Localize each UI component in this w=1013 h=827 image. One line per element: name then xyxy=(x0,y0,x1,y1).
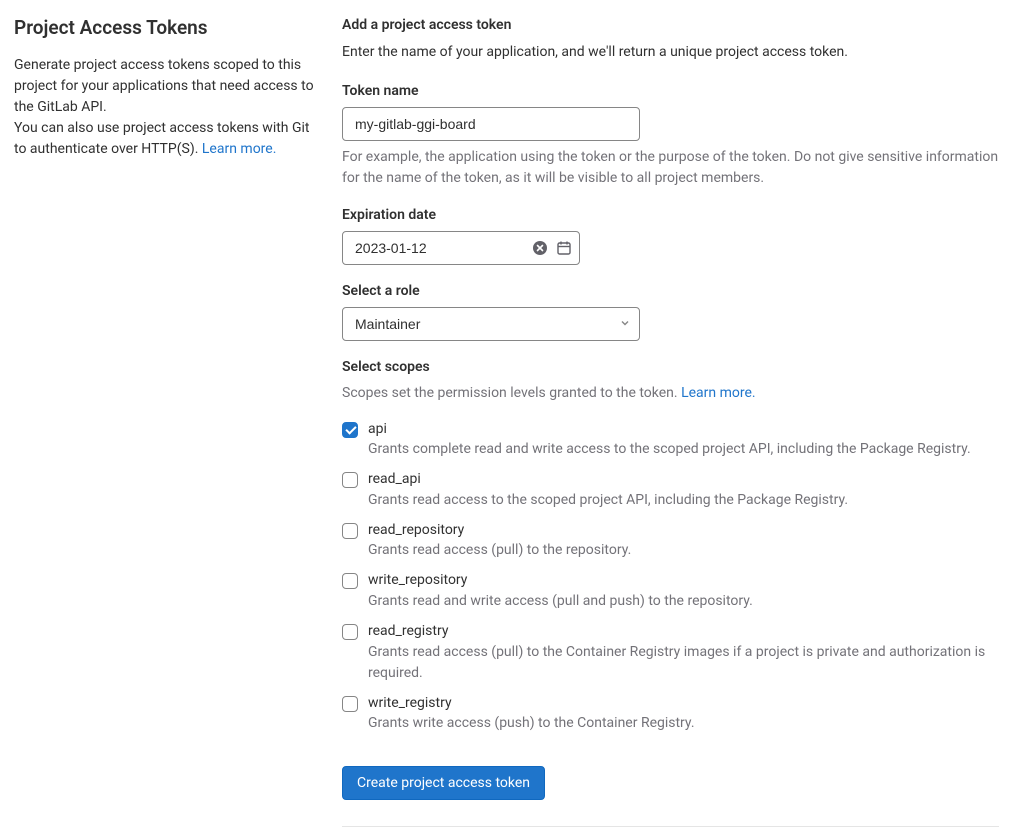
token-name-help: For example, the application using the t… xyxy=(342,147,999,189)
scope-description: Grants read access (pull) to the reposit… xyxy=(368,540,999,561)
scope-description: Grants write access (push) to the Contai… xyxy=(368,713,999,734)
scope-name: write_repository xyxy=(368,571,999,591)
token-name-input[interactable] xyxy=(342,107,640,141)
scope-checkbox-api[interactable] xyxy=(342,422,358,438)
scope-description: Grants read access to the scoped project… xyxy=(368,490,999,511)
scope-description: Grants complete read and write access to… xyxy=(368,439,999,460)
scope-checkbox-read_registry[interactable] xyxy=(342,624,358,640)
create-token-button[interactable]: Create project access token xyxy=(342,766,545,800)
scope-checkbox-write_registry[interactable] xyxy=(342,696,358,712)
role-label: Select a role xyxy=(342,283,999,299)
calendar-icon[interactable] xyxy=(556,240,572,256)
scope-description: Grants read and write access (pull and p… xyxy=(368,591,999,612)
scope-name: read_api xyxy=(368,470,999,490)
scope-row-read_repository: read_repositoryGrants read access (pull)… xyxy=(342,521,999,562)
clear-date-icon[interactable] xyxy=(532,240,548,256)
expiration-label: Expiration date xyxy=(342,207,999,223)
scope-row-write_repository: write_repositoryGrants read and write ac… xyxy=(342,571,999,612)
scope-name: write_registry xyxy=(368,694,999,714)
scope-row-write_registry: write_registryGrants write access (push)… xyxy=(342,694,999,735)
intro-paragraph: Generate project access tokens scoped to… xyxy=(14,55,314,160)
scopes-group: Select scopes Scopes set the permission … xyxy=(342,359,999,735)
scopes-subtext: Scopes set the permission levels granted… xyxy=(342,383,999,404)
sidebar-intro: Project Access Tokens Generate project a… xyxy=(14,16,314,827)
form-subheading: Enter the name of your application, and … xyxy=(342,42,999,63)
form-panel: Add a project access token Enter the nam… xyxy=(342,16,999,827)
learn-more-link[interactable]: Learn more. xyxy=(202,141,277,157)
page-title: Project Access Tokens xyxy=(14,16,314,41)
expiration-group: Expiration date xyxy=(342,207,999,265)
scope-row-read_api: read_apiGrants read access to the scoped… xyxy=(342,470,999,511)
scope-row-api: apiGrants complete read and write access… xyxy=(342,420,999,461)
scopes-label: Select scopes xyxy=(342,359,999,375)
form-heading: Add a project access token xyxy=(342,16,999,36)
role-group: Select a role Maintainer xyxy=(342,283,999,341)
token-name-group: Token name For example, the application … xyxy=(342,83,999,189)
scope-name: api xyxy=(368,420,999,440)
scopes-learn-more-link[interactable]: Learn more. xyxy=(681,385,756,401)
scope-checkbox-read_api[interactable] xyxy=(342,472,358,488)
scope-description: Grants read access (pull) to the Contain… xyxy=(368,642,999,684)
scope-checkbox-write_repository[interactable] xyxy=(342,573,358,589)
scope-name: read_registry xyxy=(368,622,999,642)
role-select[interactable]: Maintainer xyxy=(342,307,640,341)
token-name-label: Token name xyxy=(342,83,999,99)
scope-name: read_repository xyxy=(368,521,999,541)
scope-row-read_registry: read_registryGrants read access (pull) t… xyxy=(342,622,999,684)
scope-checkbox-read_repository[interactable] xyxy=(342,523,358,539)
